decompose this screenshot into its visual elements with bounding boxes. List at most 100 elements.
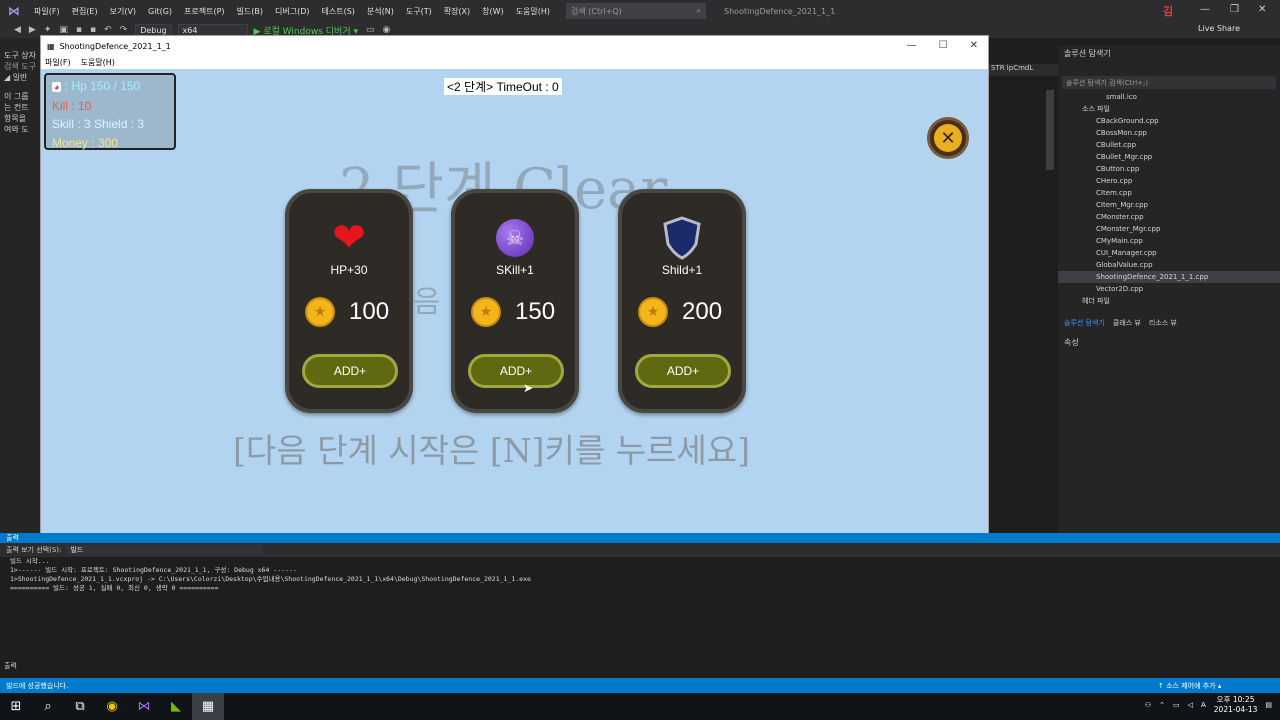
tab-solution-explorer[interactable]: 솔루션 탐색기 <box>1064 318 1105 328</box>
close-shop-button[interactable]: ✕ <box>927 117 969 159</box>
game-app-icon[interactable]: ▦ <box>192 693 224 720</box>
output-source-bar: 출력 보기 선택(S): 빌드 <box>0 543 1280 557</box>
toolbox-search[interactable]: 검색 도구 <box>0 61 40 72</box>
se-search-input[interactable]: 솔루션 탐색기 검색(Ctrl+;) <box>1062 76 1276 89</box>
output-tab[interactable]: 출력 <box>4 661 17 671</box>
se-tree-item[interactable]: CButton.cpp <box>1058 163 1280 175</box>
save-all-icon[interactable]: ▪ <box>90 25 96 35</box>
new-project-icon[interactable]: ✦ <box>44 25 52 35</box>
system-tray: ⚇ ⌃ ▭ ◁ A 오후 10:25 2021-04-13 ▤ <box>1145 695 1272 715</box>
camera-icon[interactable]: ◉ <box>383 25 391 35</box>
close-icon[interactable]: ✕ <box>1258 4 1266 15</box>
build-status-text: 빌드에 성공했습니다. <box>6 681 69 690</box>
se-tree-item[interactable]: CBackGround.cpp <box>1058 115 1280 127</box>
game-menu-help[interactable]: 도움말(H) <box>81 57 115 68</box>
game-canvas[interactable]: 2 단계 Clear 음 단계 ◕ : Hp 150 / 150 Kill : … <box>41 69 988 535</box>
language-indicator[interactable]: A <box>1201 701 1206 709</box>
minimize-icon[interactable]: — <box>907 40 917 51</box>
menu-git[interactable]: Git(G) <box>142 7 178 16</box>
maximize-icon[interactable]: ☐ <box>939 40 948 51</box>
se-tree-item[interactable]: GlobalValue.cpp <box>1058 259 1280 271</box>
properties-title: 속성 <box>1064 338 1079 347</box>
se-tree-item-label: CBossMon.cpp <box>1096 129 1147 137</box>
visual-studio-icon[interactable]: ⋈ <box>128 693 160 720</box>
se-tree-item[interactable]: CMonster_Mgr.cpp <box>1058 223 1280 235</box>
menu-analyze[interactable]: 분석(N) <box>361 6 400 17</box>
se-tree-item[interactable]: CItem_Mgr.cpp <box>1058 199 1280 211</box>
se-tree-item[interactable]: CBullet.cpp <box>1058 139 1280 151</box>
menu-view[interactable]: 보기(V) <box>104 6 142 17</box>
tray-expand-icon[interactable]: ⌃ <box>1159 701 1165 709</box>
menu-build[interactable]: 빌드(B) <box>231 6 269 17</box>
user-avatar[interactable]: 김 <box>1163 3 1173 19</box>
kill-text: Kill : 10 <box>52 98 92 113</box>
heart-icon: ❤ <box>332 215 366 261</box>
notification-icon[interactable]: ▤ <box>1265 701 1272 709</box>
menu-project[interactable]: 프로젝트(P) <box>178 6 231 17</box>
se-tree-item[interactable]: CBullet_Mgr.cpp <box>1058 151 1280 163</box>
forward-icon[interactable]: ▶ <box>29 25 36 35</box>
menu-test[interactable]: 테스트(S) <box>316 6 361 17</box>
se-tree-item-label: CItem_Mgr.cpp <box>1096 201 1149 209</box>
game-menu-file[interactable]: 파일(F) <box>45 57 71 68</box>
se-tree-item[interactable]: 헤더 파일 <box>1058 295 1280 307</box>
shop-card-skill: ☠ SKill+1 ★ 150 ADD+ <box>451 189 579 413</box>
menu-tools[interactable]: 도구(T) <box>400 6 438 17</box>
undo-icon[interactable]: ↶ <box>104 25 112 35</box>
toolbox-panel: 도구 상자 검색 도구 ◢ 일반 이 그룹 는 컨트 항목을 여와 도 <box>0 38 40 533</box>
se-tree-item[interactable]: Vector2D.cpp <box>1058 283 1280 295</box>
output-source-select[interactable]: 빌드 <box>67 544 264 556</box>
menu-extensions[interactable]: 확장(X) <box>438 6 476 17</box>
add-hp-button[interactable]: ADD+ <box>302 354 398 388</box>
toolbox-text: 여와 도 <box>4 125 29 134</box>
shop-card-shield: Shild+1 ★ 200 ADD+ <box>618 189 746 413</box>
source-control-button[interactable]: ↑ 소스 제어에 추가 ▴ <box>1158 681 1221 691</box>
task-view-icon[interactable]: ⧉ <box>64 693 96 720</box>
redo-icon[interactable]: ↷ <box>120 25 128 35</box>
clock[interactable]: 오후 10:25 2021-04-13 <box>1214 695 1258 715</box>
menu-file[interactable]: 파일(F) <box>28 6 66 17</box>
menu-debug[interactable]: 디버그(D) <box>269 6 315 17</box>
tab-class-view[interactable]: 클래스 뷰 <box>1113 318 1141 328</box>
menu-help[interactable]: 도움말(H) <box>510 6 556 17</box>
card-price: 200 <box>682 298 723 325</box>
back-icon[interactable]: ◀ <box>14 25 21 35</box>
se-title: 솔루션 탐색기 <box>1064 48 1111 58</box>
se-tree-item[interactable]: CMyMain.cpp <box>1058 235 1280 247</box>
se-tree-item[interactable]: CUI_Manager.cpp <box>1058 247 1280 259</box>
scrollbar[interactable] <box>1046 90 1054 170</box>
people-icon[interactable]: ⚇ <box>1145 701 1151 709</box>
restore-icon[interactable]: ❐ <box>1230 4 1239 15</box>
card-label: Shild+1 <box>661 263 703 277</box>
tab-resource-view[interactable]: 리소스 뷰 <box>1149 318 1177 328</box>
windows-start-icon[interactable]: ⊞ <box>0 693 32 720</box>
close-icon[interactable]: ✕ <box>970 40 978 51</box>
open-icon[interactable]: ▣ <box>59 25 68 35</box>
member-combo[interactable]: STR lpCmdL <box>989 64 1058 76</box>
se-tree-item[interactable]: 소스 파일 <box>1058 103 1280 115</box>
vs-search-box[interactable]: 검색 (Ctrl+Q) ⌕ <box>566 3 707 19</box>
live-share-button[interactable]: Live Share <box>1198 24 1240 33</box>
toolbox-group-general[interactable]: ◢ 일반 <box>0 72 40 83</box>
se-tree-item-label: CBackGround.cpp <box>1096 117 1159 125</box>
folder-icon[interactable]: ▭ <box>366 25 375 35</box>
volume-icon[interactable]: ◁ <box>1188 701 1193 709</box>
game-titlebar: ▦ ShootingDefence_2021_1_1 <box>41 36 988 56</box>
network-icon[interactable]: ▭ <box>1173 701 1180 709</box>
save-icon[interactable]: ▪ <box>76 25 82 35</box>
nvidia-icon[interactable]: ◣ <box>160 693 192 720</box>
search-icon[interactable]: ⌕ <box>32 693 64 720</box>
minimize-icon[interactable]: — <box>1200 4 1210 15</box>
add-shield-button[interactable]: ADD+ <box>635 354 731 388</box>
menu-window[interactable]: 창(W) <box>476 6 510 17</box>
se-tree-item[interactable]: CMonster.cpp <box>1058 211 1280 223</box>
se-tree-item[interactable]: small.ico <box>1058 91 1280 103</box>
se-tree-item[interactable]: CHero.cpp <box>1058 175 1280 187</box>
menu-edit[interactable]: 편집(E) <box>66 6 104 17</box>
chrome-icon[interactable]: ◉ <box>96 693 128 720</box>
se-tree-item[interactable]: CItem.cpp <box>1058 187 1280 199</box>
se-tree-item[interactable]: ShootingDefence_2021_1_1.cpp <box>1058 271 1280 283</box>
add-skill-button[interactable]: ADD+ <box>468 354 564 388</box>
toolbox-text: 항목을 <box>4 114 27 123</box>
se-tree-item[interactable]: CBossMon.cpp <box>1058 127 1280 139</box>
